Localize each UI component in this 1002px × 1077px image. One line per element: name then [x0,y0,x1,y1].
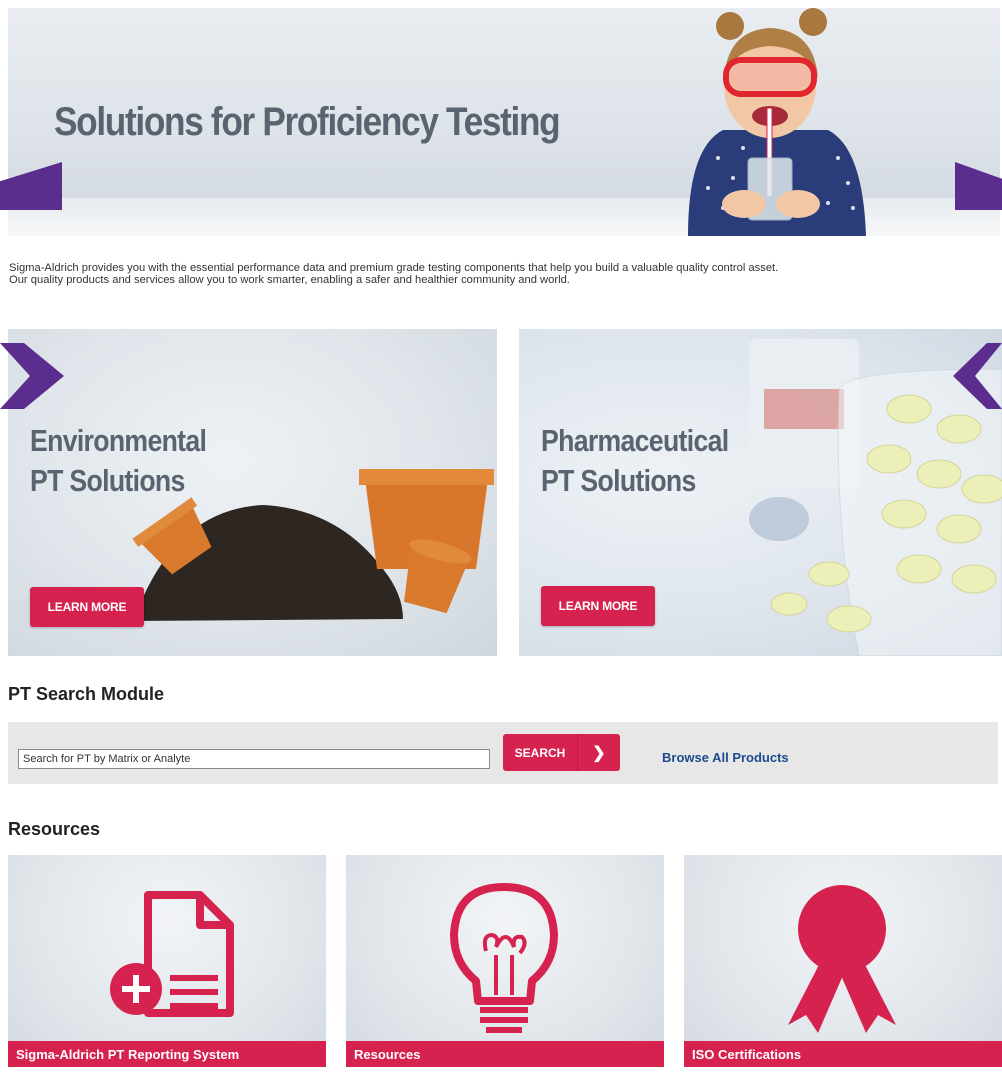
pharmaceutical-title: Pharmaceutical PT Solutions [541,423,729,498]
document-add-icon [110,891,234,1017]
resource-tile-reporting[interactable]: Sigma-Aldrich PT Reporting System [8,855,326,1067]
search-button-label: SEARCH [514,745,566,760]
environmental-learn-more-button[interactable]: LEARN MORE [30,587,144,627]
resource-label-resources[interactable]: Resources [346,1041,664,1067]
intro-line-2: Our quality products and services allow … [9,274,570,286]
resource-label-reporting[interactable]: Sigma-Aldrich PT Reporting System [8,1041,326,1067]
chevron-right-icon: ❯ [592,744,606,762]
annotation-arrow-right-icon [0,343,64,409]
search-button[interactable]: SEARCH ❯ [503,734,620,771]
environmental-tile[interactable]: Environmental PT Solutions LEARN MORE [8,329,497,656]
pharmaceutical-learn-more-button[interactable]: LEARN MORE [541,586,655,626]
pharmaceutical-tile[interactable]: Pharmaceutical PT Solutions LEARN MORE [519,329,1002,656]
resources-heading: Resources [8,819,101,839]
hero-girl-image [688,8,866,236]
hero-banner: Solutions for Proficiency Testing [8,8,1000,236]
browse-all-products-link[interactable]: Browse All Products [662,750,789,765]
resource-label-iso[interactable]: ISO Certifications [684,1041,1002,1067]
annotation-arrow-left-icon [953,343,1002,409]
environmental-title: Environmental PT Solutions [30,423,207,498]
resource-tile-iso[interactable]: ISO Certifications [684,855,1002,1067]
hero-title: Solutions for Proficiency Testing [54,100,561,144]
search-module-heading: PT Search Module [8,684,165,704]
search-panel: SEARCH ❯ Browse All Products [8,722,998,784]
lightbulb-icon [450,883,558,1033]
intro-line-1: Sigma-Aldrich provides you with the esse… [9,262,779,274]
intro-text: Sigma-Aldrich provides you with the esse… [9,262,999,286]
resource-tile-resources[interactable]: Resources [346,855,664,1067]
search-input[interactable] [18,749,490,769]
ribbon-award-icon [788,885,896,1033]
